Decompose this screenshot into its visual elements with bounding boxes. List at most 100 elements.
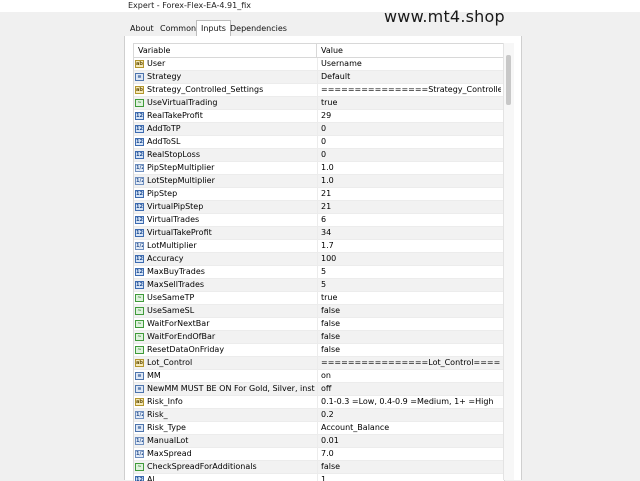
param-type-int-icon: 123 [135, 229, 144, 237]
param-type-ab-icon: ab [135, 60, 144, 68]
variable-name: UseSameSL [147, 306, 195, 315]
table-row[interactable]: 123MaxBuyTrades 5 [134, 266, 504, 279]
variable-name: VirtualTakeProfit [147, 228, 212, 237]
table-row[interactable]: ~ CheckSpreadForAdditionals false [134, 461, 504, 474]
table-row[interactable]: 123Accuracy 100 [134, 253, 504, 266]
variable-value[interactable]: 21 [321, 188, 501, 200]
column-divider [317, 409, 318, 421]
table-row[interactable]: ab User Username [134, 58, 504, 71]
variable-value[interactable]: 100 [321, 253, 501, 265]
column-header-variable[interactable]: Variable [134, 44, 317, 57]
variable-value[interactable]: on [321, 370, 501, 382]
variable-value[interactable]: 0.1-0.3 =Low, 0.4-0.9 =Medium, 1+ =High [321, 396, 501, 408]
variable-value[interactable]: 0 [321, 123, 501, 135]
param-type-int-icon: 123 [135, 112, 144, 120]
variable-value[interactable]: false [321, 318, 501, 330]
table-row[interactable]: 123MaxSellTrades 5 [134, 279, 504, 292]
variable-name: Risk_Info [147, 397, 183, 406]
table-row[interactable]: ab Lot_Control ================Lot_Control… [134, 357, 504, 370]
column-divider [317, 370, 318, 382]
table-row[interactable]: ≡ Risk_Type Account_Balance [134, 422, 504, 435]
variable-name: User [147, 59, 166, 68]
table-row[interactable]: ~ WaitForEndOfBar false [134, 331, 504, 344]
grid-rows: ab User Username ≡ Strategy Default ab Strategy… [134, 58, 504, 481]
column-divider [317, 136, 318, 148]
table-row[interactable]: 1/2 LotMultiplier 1.7 [134, 240, 504, 253]
table-row[interactable]: ab Risk_Info 0.1-0.3 =Low, 0.4-0.9 =Medium… [134, 396, 504, 409]
variable-value[interactable]: 34 [321, 227, 501, 239]
column-divider [317, 97, 318, 109]
column-divider [317, 201, 318, 213]
variable-value[interactable]: 0 [321, 149, 501, 161]
variable-name: RealStopLoss [147, 150, 200, 159]
table-row[interactable]: 123PipStep 21 [134, 188, 504, 201]
tab-dependencies[interactable]: Dependencies [226, 22, 291, 36]
column-divider [317, 383, 318, 395]
variable-name: ResetDataOnFriday [147, 345, 225, 354]
table-row[interactable]: ab Strategy_Controlled_Settings ==========… [134, 84, 504, 97]
variable-name: MM [147, 371, 161, 380]
column-header-value[interactable]: Value [317, 44, 504, 57]
table-row[interactable]: 123AddToSL 0 [134, 136, 504, 149]
variable-value[interactable]: 29 [321, 110, 501, 122]
column-divider [317, 110, 318, 122]
variable-value[interactable]: true [321, 97, 501, 109]
variable-value[interactable]: true [321, 292, 501, 304]
table-row[interactable]: ~ UseSameTP true [134, 292, 504, 305]
column-divider [317, 149, 318, 161]
variable-value[interactable]: 0 [321, 136, 501, 148]
column-divider [317, 344, 318, 356]
table-row[interactable]: ≡ Strategy Default [134, 71, 504, 84]
variable-name: RealTakeProfit [147, 111, 203, 120]
table-row[interactable]: ~ UseVirtualTrading true [134, 97, 504, 110]
window-title: Expert - Forex-Flex-EA-4.91_fix [128, 1, 251, 10]
column-divider [317, 240, 318, 252]
variable-value[interactable]: Username [321, 58, 501, 70]
column-divider [317, 227, 318, 239]
table-row[interactable]: 1/2 LotStepMultiplier 1.0 [134, 175, 504, 188]
variable-value[interactable]: 1.0 [321, 162, 501, 174]
column-divider [317, 305, 318, 317]
variable-value[interactable]: false [321, 305, 501, 317]
table-row[interactable]: ~ UseSameSL false [134, 305, 504, 318]
table-row[interactable]: 123RealStopLoss 0 [134, 149, 504, 162]
table-row[interactable]: 123AddToTP 0 [134, 123, 504, 136]
table-row[interactable]: ≡ MM on [134, 370, 504, 383]
table-row[interactable]: ~ ResetDataOnFriday false [134, 344, 504, 357]
variable-value[interactable]: 21 [321, 201, 501, 213]
variable-value[interactable]: 7.0 [321, 448, 501, 460]
table-row[interactable]: 1/2 MaxSpread 7.0 [134, 448, 504, 461]
variable-value[interactable]: Account_Balance [321, 422, 501, 434]
scrollbar-thumb[interactable] [506, 55, 511, 105]
variable-value[interactable]: false [321, 344, 501, 356]
tab-about[interactable]: About [126, 22, 158, 36]
variable-value[interactable]: false [321, 461, 501, 473]
variable-value[interactable]: ================Strategy_Controlled_Sett… [321, 84, 501, 96]
variable-value[interactable]: 6 [321, 214, 501, 226]
table-row[interactable]: 1/2 Risk_ 0.2 [134, 409, 504, 422]
table-row[interactable]: 123VirtualPipStep 21 [134, 201, 504, 214]
variable-value[interactable]: 5 [321, 279, 501, 291]
variable-value[interactable]: false [321, 331, 501, 343]
table-row[interactable]: 1/2 PipStepMultiplier 1.0 [134, 162, 504, 175]
param-type-dbl-icon: 1/2 [135, 411, 144, 419]
variable-value[interactable]: ================Lot_Control========... [321, 357, 501, 369]
table-row[interactable]: 123VirtualTakeProfit 34 [134, 227, 504, 240]
table-row[interactable]: 1/2 ManualLot 0.01 [134, 435, 504, 448]
tab-common[interactable]: Common [156, 22, 200, 36]
variable-name: Accuracy [147, 254, 184, 263]
variable-value[interactable]: 1.7 [321, 240, 501, 252]
variable-value[interactable]: 1.0 [321, 175, 501, 187]
variable-value[interactable]: 0.01 [321, 435, 501, 447]
variable-value[interactable]: Default [321, 71, 501, 83]
column-divider [317, 448, 318, 460]
window-titlebar: Expert - Forex-Flex-EA-4.91_fix [0, 0, 640, 12]
variable-value[interactable]: off [321, 383, 501, 395]
vertical-scrollbar[interactable] [503, 43, 514, 480]
table-row[interactable]: 123RealTakeProfit 29 [134, 110, 504, 123]
variable-value[interactable]: 0.2 [321, 409, 501, 421]
table-row[interactable]: 123VirtualTrades 6 [134, 214, 504, 227]
table-row[interactable]: ≡ NewMM MUST BE ON For Gold, Silver, inst… [134, 383, 504, 396]
variable-value[interactable]: 5 [321, 266, 501, 278]
table-row[interactable]: ~ WaitForNextBar false [134, 318, 504, 331]
